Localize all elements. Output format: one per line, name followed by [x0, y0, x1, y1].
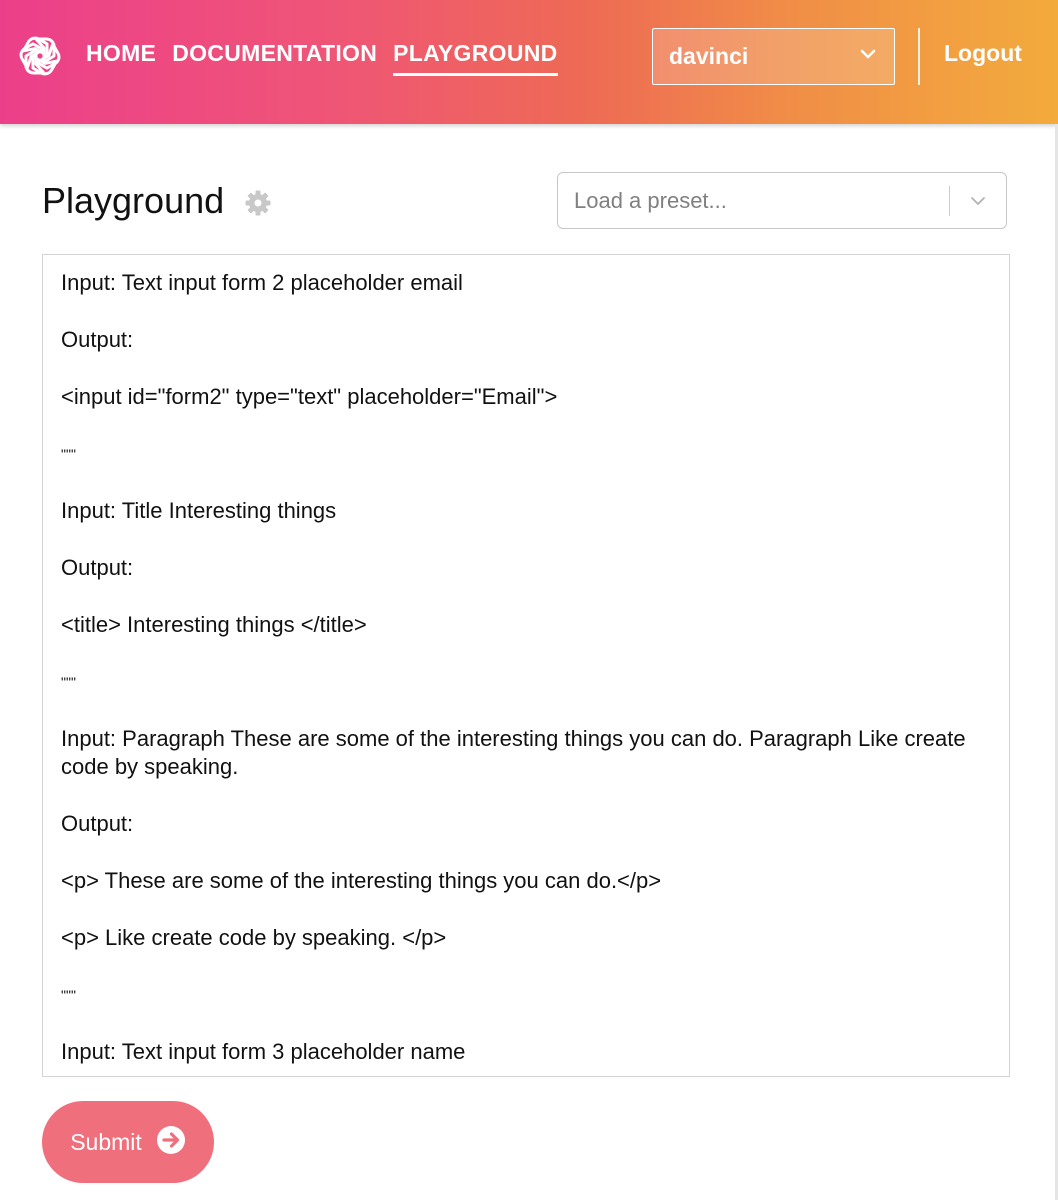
arrow-right-circle-icon: [156, 1125, 186, 1160]
prompt-line: <p> Like create code by speaking. </p>: [61, 925, 447, 950]
page-title: Playground: [42, 180, 225, 221]
header-divider: [918, 28, 920, 85]
chevron-down-icon: [858, 44, 878, 69]
nav-documentation[interactable]: DOCUMENTATION: [172, 40, 377, 76]
preset-select[interactable]: Load a preset...: [557, 172, 1007, 229]
prompt-line: Input: Paragraph These are some of the i…: [61, 726, 972, 779]
nav-home[interactable]: HOME: [86, 40, 156, 76]
openai-logo-icon[interactable]: [18, 34, 62, 78]
prompt-line: <title> Interesting things </title>: [61, 612, 367, 637]
submit-button-label: Submit: [70, 1128, 142, 1155]
prompt-line: Output:: [61, 327, 134, 352]
prompt-textarea[interactable]: Input: Text input form 2 placeholder ema…: [42, 254, 1010, 1077]
prompt-line: Input: Text input form 2 placeholder ema…: [61, 270, 463, 295]
top-nav-bar: HOME DOCUMENTATION PLAYGROUND davinci Lo…: [0, 0, 1058, 124]
prompt-line: """: [61, 446, 76, 462]
model-select-value: davinci: [669, 43, 749, 69]
gear-icon[interactable]: [244, 189, 272, 217]
nav-playground[interactable]: PLAYGROUND: [393, 40, 558, 76]
preset-select-placeholder: Load a preset...: [574, 187, 727, 213]
prompt-line: """: [61, 987, 76, 1003]
prompt-line: """: [61, 674, 76, 690]
prompt-line: Input: Text input form 3 placeholder nam…: [61, 1039, 466, 1064]
prompt-line: <input id="form2" type="text" placeholde…: [61, 384, 558, 409]
chevron-down-icon: [950, 192, 1006, 210]
model-select[interactable]: davinci: [652, 28, 895, 85]
submit-button[interactable]: Submit: [42, 1101, 214, 1183]
prompt-line: <p> These are some of the interesting th…: [61, 868, 662, 893]
prompt-line: Output:: [61, 555, 134, 580]
prompt-line: Input: Title Interesting things: [61, 498, 337, 523]
logout-button[interactable]: Logout: [944, 40, 1022, 67]
main-nav: HOME DOCUMENTATION PLAYGROUND: [86, 40, 558, 76]
prompt-line: Output:: [61, 811, 134, 836]
